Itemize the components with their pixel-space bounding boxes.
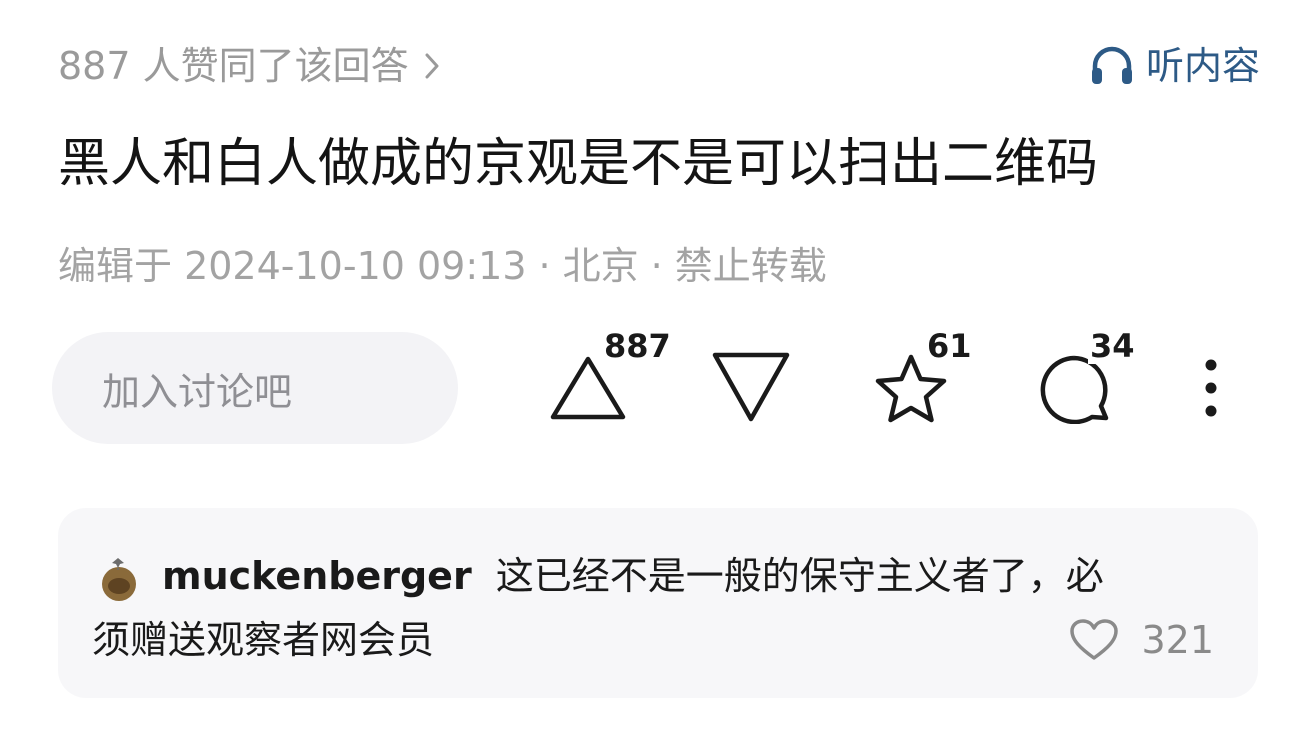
upvote-count: 887 (604, 327, 671, 365)
top-comment-card[interactable]: muckenberger 这已经不是一般的保守主义者了，必 须赠送观察者网会员 3… (58, 508, 1258, 698)
comment-text-line1: 这已经不是一般的保守主义者了，必 (495, 554, 1104, 598)
comment-count: 34 (1088, 327, 1137, 365)
listen-button[interactable]: 听内容 (1090, 36, 1260, 96)
answer-meta: 编辑于 2024-10-10 09:13 · 北京 · 禁止转载 (58, 238, 827, 294)
listen-label: 听内容 (1145, 44, 1260, 88)
edited-timestamp: 编辑于 2024-10-10 09:13 (58, 244, 527, 288)
upvote-summary-text: 887 人赞同了该回答 (58, 44, 409, 88)
question-title[interactable]: 黑人和白人做成的京观是不是可以扫出二维码 (58, 130, 1098, 198)
answer-panel: 887 人赞同了该回答 听内容 黑人和白人做成的京观是不是可以扫出二维码 编辑于… (0, 0, 1316, 744)
upvote-summary-link[interactable]: 887 人赞同了该回答 (58, 36, 439, 96)
meta-separator: · (650, 244, 663, 288)
downvote-triangle-icon (712, 352, 790, 422)
more-vertical-icon (1205, 359, 1217, 417)
comment-username[interactable]: muckenberger (162, 554, 472, 598)
discussion-input[interactable]: 加入讨论吧 (52, 332, 458, 444)
copyright-label: 禁止转载 (674, 244, 827, 288)
heart-icon (1069, 618, 1119, 662)
chevron-right-icon (425, 53, 439, 79)
comment-text-line2: 须赠送观察者网会员 (92, 618, 435, 662)
favorite-count: 61 (927, 327, 972, 365)
comment-like-count: 321 (1141, 618, 1214, 662)
downvote-button[interactable] (710, 350, 792, 424)
discussion-placeholder: 加入讨论吧 (102, 369, 293, 414)
headphones-icon (1090, 46, 1134, 86)
comment-first-line: muckenberger 这已经不是一般的保守主义者了，必 (162, 544, 1104, 608)
more-options-button[interactable] (1198, 358, 1224, 418)
location-label: 北京 (562, 244, 639, 288)
meta-separator: · (538, 244, 551, 288)
comment-like-button[interactable]: 321 (1069, 612, 1214, 668)
avatar[interactable] (94, 552, 144, 602)
answer-header: 887 人赞同了该回答 听内容 (58, 36, 1260, 96)
